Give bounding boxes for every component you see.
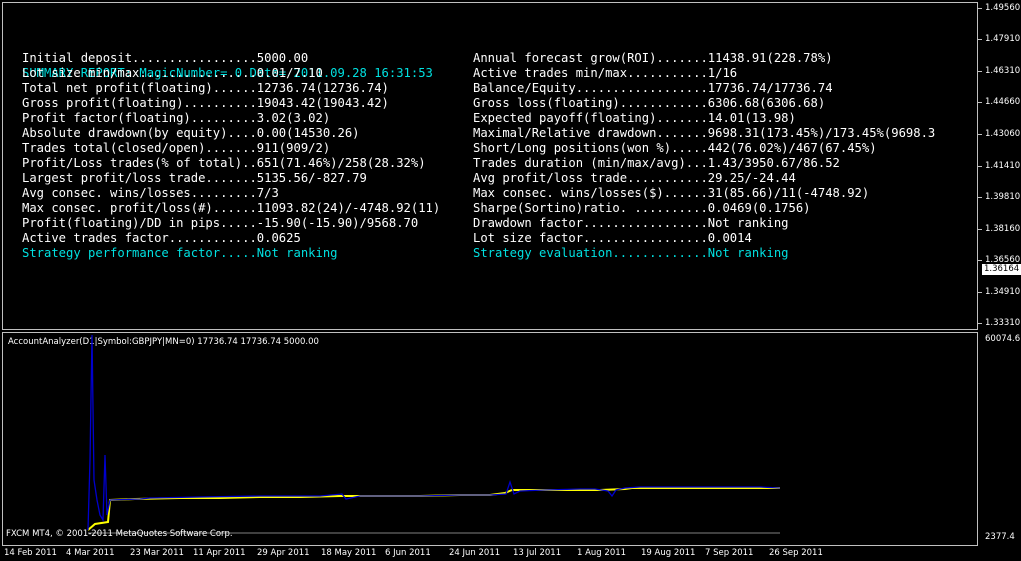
balance-line <box>87 487 780 531</box>
equity-balance-chart <box>87 334 781 534</box>
date-axis-label: 11 Apr 2011 <box>193 548 246 558</box>
date-axis-label: 1 Aug 2011 <box>577 548 627 558</box>
date-axis-label: 7 Sep 2011 <box>705 548 754 558</box>
date-axis-label: 29 Apr 2011 <box>257 548 310 558</box>
equity-line <box>87 334 781 531</box>
copyright-text: FXCM MT4, © 2001-2011 MetaQuotes Softwar… <box>6 529 233 539</box>
date-axis-label: 4 Mar 2011 <box>66 548 115 558</box>
date-axis-label: 18 May 2011 <box>321 548 377 558</box>
date-axis-label: 6 Jun 2011 <box>385 548 431 558</box>
date-axis-label: 24 Jun 2011 <box>449 548 501 558</box>
date-axis-label: 23 Mar 2011 <box>130 548 184 558</box>
date-axis-label: 26 Sep 2011 <box>769 548 823 558</box>
date-axis-label: 13 Jul 2011 <box>513 548 562 558</box>
date-axis-label: 14 Feb 2011 <box>4 548 57 558</box>
date-axis-label: 19 Aug 2011 <box>641 548 696 558</box>
